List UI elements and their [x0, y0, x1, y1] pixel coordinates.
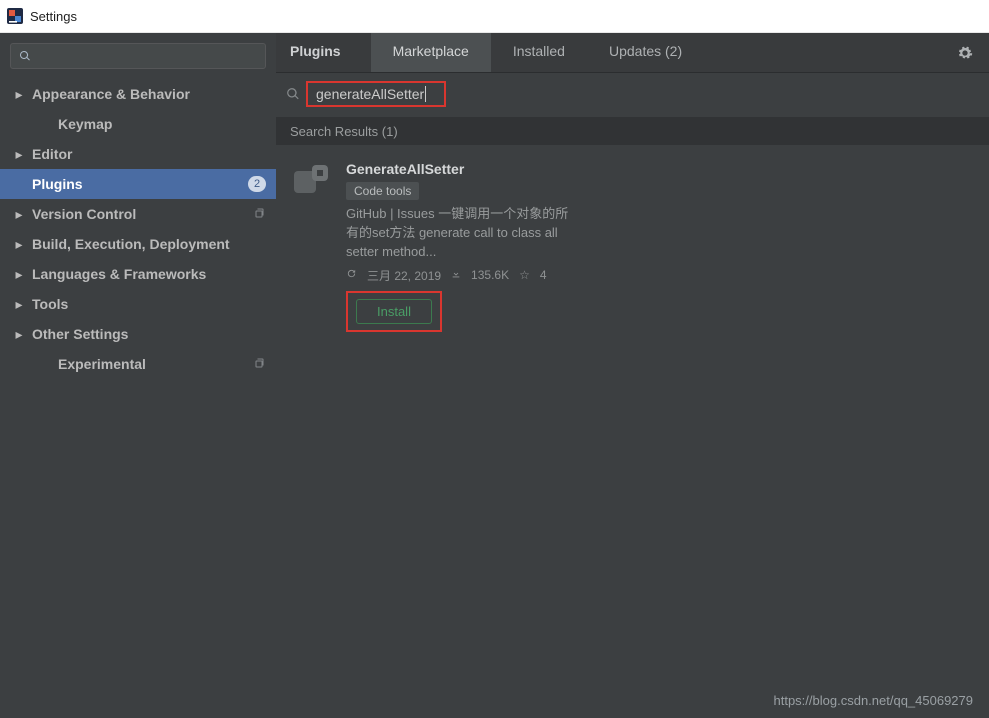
sidebar-item-other-settings[interactable]: ▸ Other Settings — [0, 319, 276, 349]
search-icon — [286, 87, 300, 101]
watermark-text: https://blog.csdn.net/qq_45069279 — [774, 693, 974, 708]
plugin-downloads: 135.6K — [471, 268, 509, 282]
plugins-heading: Plugins — [276, 33, 371, 72]
chevron-right-icon: ▸ — [14, 86, 24, 103]
sidebar-item-label: Tools — [32, 296, 68, 312]
install-button[interactable]: Install — [356, 299, 432, 324]
plugin-name: GenerateAllSetter — [346, 161, 576, 177]
star-icon: ☆ — [519, 268, 530, 282]
sidebar-item-build-execution-deployment[interactable]: ▸ Build, Execution, Deployment — [0, 229, 276, 259]
tab-marketplace[interactable]: Marketplace — [371, 33, 491, 72]
sidebar-item-tools[interactable]: ▸ Tools — [0, 289, 276, 319]
settings-sidebar: ▸ Appearance & Behavior Keymap ▸ Editor Plugi… — [0, 33, 276, 718]
sidebar-item-label: Version Control — [32, 206, 136, 222]
plugins-tabbar: Plugins MarketplaceInstalledUpdates (2) — [276, 33, 989, 73]
plugin-search-input[interactable]: generateAllSetter — [306, 81, 446, 107]
plugin-icon — [290, 161, 332, 203]
refresh-icon — [346, 268, 357, 282]
settings-gear-button[interactable] — [941, 33, 989, 72]
tab-updates-2-[interactable]: Updates (2) — [587, 33, 704, 72]
download-icon — [451, 268, 461, 282]
chevron-right-icon: ▸ — [14, 296, 24, 313]
gear-icon — [957, 45, 973, 61]
window-title: Settings — [30, 9, 77, 24]
plugin-date: 三月 22, 2019 — [367, 267, 441, 284]
window-titlebar: Settings — [0, 0, 989, 32]
tab-installed[interactable]: Installed — [491, 33, 587, 72]
app-icon — [6, 7, 24, 25]
sidebar-item-editor[interactable]: ▸ Editor — [0, 139, 276, 169]
sidebar-search-input[interactable] — [10, 43, 266, 69]
chevron-right-icon: ▸ — [14, 236, 24, 253]
plugins-panel: Plugins MarketplaceInstalledUpdates (2) … — [276, 33, 989, 718]
plugin-result-item[interactable]: GenerateAllSetter Code tools GitHub | Is… — [276, 145, 616, 348]
sidebar-item-appearance-behavior[interactable]: ▸ Appearance & Behavior — [0, 79, 276, 109]
sidebar-item-languages-frameworks[interactable]: ▸ Languages & Frameworks — [0, 259, 276, 289]
chevron-right-icon: ▸ — [14, 146, 24, 163]
plugin-category-tag: Code tools — [346, 182, 419, 200]
sidebar-item-label: Appearance & Behavior — [32, 86, 190, 102]
chevron-right-icon: ▸ — [14, 206, 24, 223]
sidebar-item-label: Experimental — [58, 356, 146, 372]
search-icon — [19, 50, 31, 62]
sidebar-item-experimental[interactable]: Experimental — [0, 349, 276, 379]
copy-icon — [254, 356, 266, 372]
sidebar-item-label: Languages & Frameworks — [32, 266, 206, 282]
search-results-header: Search Results (1) — [276, 117, 989, 145]
install-highlight: Install — [346, 291, 442, 332]
update-count-badge: 2 — [248, 176, 266, 192]
sidebar-item-label: Plugins — [32, 176, 83, 192]
sidebar-item-label: Keymap — [58, 116, 112, 132]
plugin-stats: 三月 22, 2019 135.6K ☆ 4 — [346, 267, 576, 284]
sidebar-item-plugins[interactable]: Plugins 2 — [0, 169, 276, 199]
plugin-rating: 4 — [540, 268, 547, 282]
chevron-right-icon: ▸ — [14, 266, 24, 283]
copy-icon — [254, 206, 266, 222]
text-caret — [425, 86, 426, 102]
sidebar-item-keymap[interactable]: Keymap — [0, 109, 276, 139]
sidebar-item-label: Other Settings — [32, 326, 128, 342]
chevron-right-icon: ▸ — [14, 326, 24, 343]
plugin-description: GitHub | Issues 一键调用一个对象的所有的set方法 genera… — [346, 205, 576, 262]
sidebar-item-label: Editor — [32, 146, 72, 162]
sidebar-item-label: Build, Execution, Deployment — [32, 236, 230, 252]
sidebar-item-version-control[interactable]: ▸ Version Control — [0, 199, 276, 229]
